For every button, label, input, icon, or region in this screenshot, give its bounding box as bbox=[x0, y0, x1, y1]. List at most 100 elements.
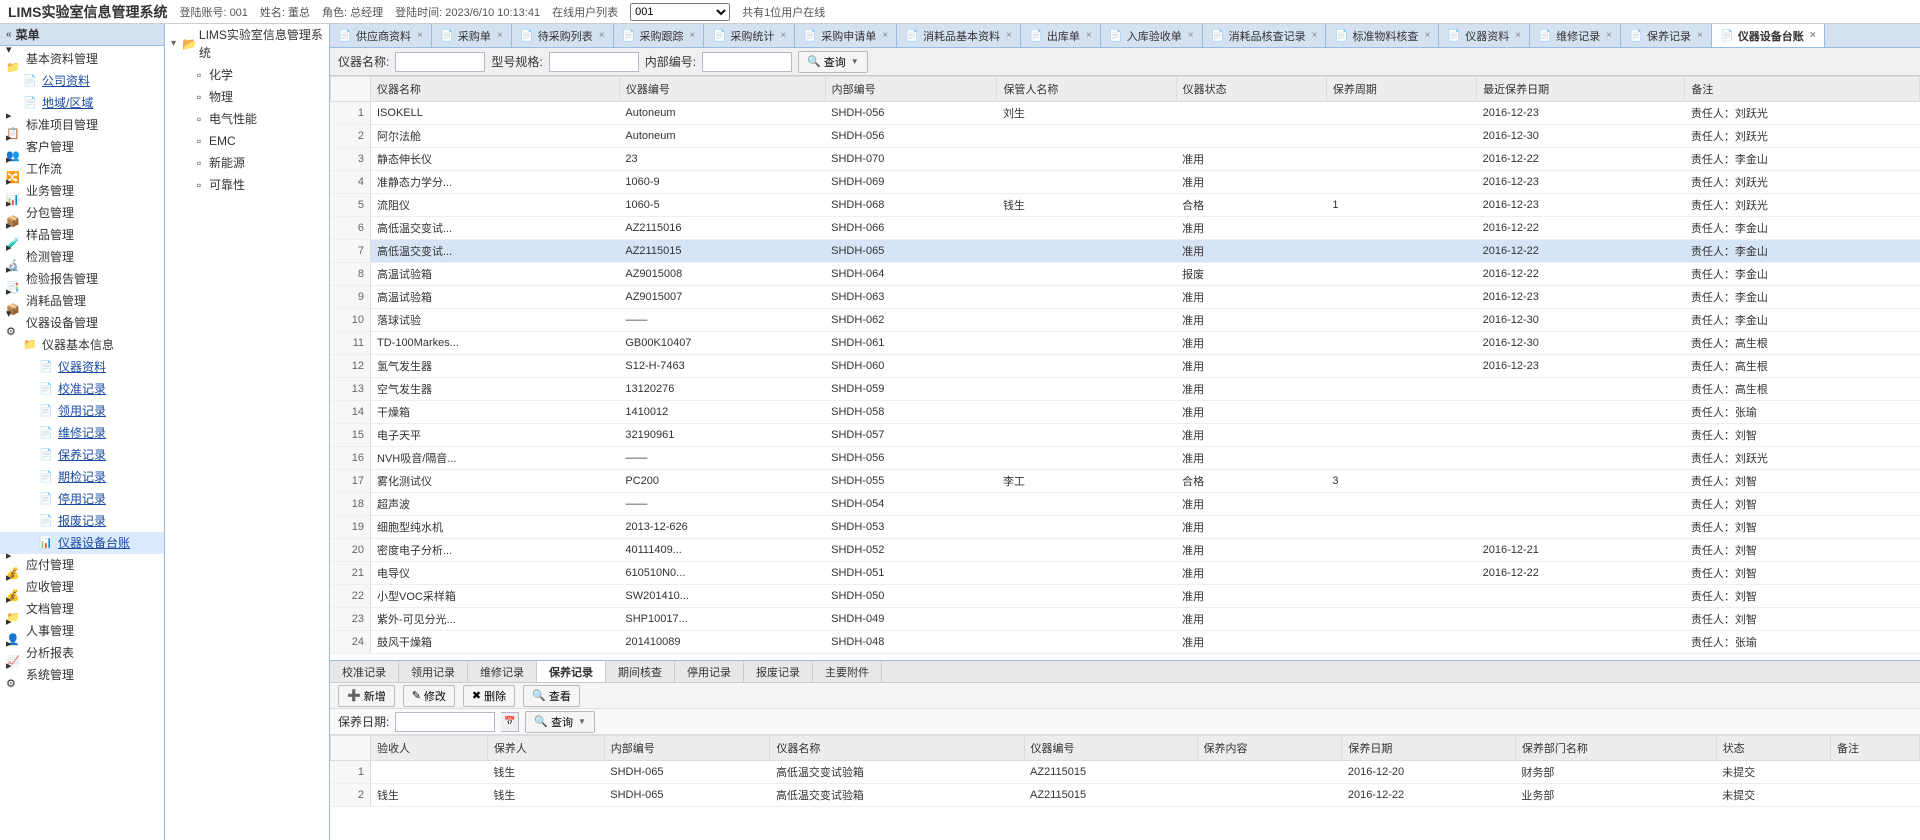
table-row[interactable]: 18超声波——SHDH-054准用责任人：刘智 bbox=[331, 493, 1920, 516]
menu-item[interactable]: ▸ 📊业务管理 bbox=[0, 180, 164, 202]
tab[interactable]: 📄仪器设备台账× bbox=[1712, 24, 1825, 47]
table-row[interactable]: 1ISOKELLAutoneumSHDH-056刘生2016-12-23责任人：… bbox=[331, 102, 1920, 125]
tab[interactable]: 📄供应商资料× bbox=[330, 24, 432, 47]
tab[interactable]: 📄采购跟踪× bbox=[614, 24, 705, 47]
tree-node[interactable]: ▫物理 bbox=[165, 86, 329, 108]
column-header[interactable]: 保管人名称 bbox=[997, 77, 1176, 102]
column-header[interactable]: 仪器编号 bbox=[1024, 736, 1197, 761]
table-row[interactable]: 8高温试验箱AZ9015008SHDH-064报废2016-12-22责任人：李… bbox=[331, 263, 1920, 286]
tab[interactable]: 📄入库验收单× bbox=[1101, 24, 1203, 47]
query-button[interactable]: 🔍 查询 ▼ bbox=[798, 51, 868, 73]
detail-tab[interactable]: 期间核查 bbox=[606, 661, 675, 682]
menu-item[interactable]: 📄期检记录 bbox=[0, 466, 164, 488]
table-row[interactable]: 15电子天平32190961SHDH-057准用责任人：刘智 bbox=[331, 424, 1920, 447]
tab[interactable]: 📄消耗品基本资料× bbox=[897, 24, 1021, 47]
menu-item[interactable]: 📁仪器基本信息 bbox=[0, 334, 164, 356]
menu-item[interactable]: ▸ ⚙系统管理 bbox=[0, 664, 164, 686]
column-header[interactable]: 备注 bbox=[1831, 736, 1920, 761]
spec-input[interactable] bbox=[549, 52, 639, 72]
column-header[interactable]: 保养部门名称 bbox=[1515, 736, 1716, 761]
table-row[interactable]: 12氢气发生器S12-H-7463SHDH-060准用2016-12-23责任人… bbox=[331, 355, 1920, 378]
close-icon[interactable]: × bbox=[1006, 30, 1012, 41]
close-icon[interactable]: × bbox=[497, 30, 503, 41]
menu-item[interactable]: 📄地域/区域 bbox=[0, 92, 164, 114]
column-header[interactable]: 仪器状态 bbox=[1176, 77, 1326, 102]
table-row[interactable]: 1钱生SHDH-065高低温交变试验箱AZ21150152016-12-20财务… bbox=[331, 761, 1920, 784]
detail-query-button[interactable]: 🔍 查询 ▼ bbox=[525, 711, 595, 733]
menu-item[interactable]: ▸ 📁文档管理 bbox=[0, 598, 164, 620]
tree-root[interactable]: ▾ 📂 LIMS实验室信息管理系统 bbox=[165, 24, 329, 64]
menu-panel-header[interactable]: « 菜单 bbox=[0, 24, 164, 46]
table-row[interactable]: 19细胞型纯水机2013-12-626SHDH-053准用责任人：刘智 bbox=[331, 516, 1920, 539]
close-icon[interactable]: × bbox=[882, 30, 888, 41]
table-row[interactable]: 6高低温交变试...AZ2115016SHDH-066准用2016-12-22责… bbox=[331, 217, 1920, 240]
code-input[interactable] bbox=[702, 52, 792, 72]
detail-tab[interactable]: 主要附件 bbox=[813, 661, 882, 682]
menu-item[interactable]: ▾ ⚙仪器设备管理 bbox=[0, 312, 164, 334]
date-picker-button[interactable]: 📅 bbox=[501, 712, 519, 732]
menu-item[interactable]: ▸ 📋标准项目管理 bbox=[0, 114, 164, 136]
detail-tab[interactable]: 校准记录 bbox=[330, 661, 399, 682]
table-row[interactable]: 14干燥箱1410012SHDH-058准用责任人：张瑜 bbox=[331, 401, 1920, 424]
tab[interactable]: 📄待采购列表× bbox=[512, 24, 614, 47]
tree-node[interactable]: ▫化学 bbox=[165, 64, 329, 86]
menu-item[interactable]: 📄报废记录 bbox=[0, 510, 164, 532]
column-header[interactable]: 验收人 bbox=[371, 736, 488, 761]
detail-tab[interactable]: 停用记录 bbox=[675, 661, 744, 682]
menu-item[interactable]: 📄维修记录 bbox=[0, 422, 164, 444]
menu-item[interactable]: 📄仪器资料 bbox=[0, 356, 164, 378]
table-row[interactable]: 22小型VOC采样箱SW201410...SHDH-050准用责任人：刘智 bbox=[331, 585, 1920, 608]
column-header[interactable]: 内部编号 bbox=[604, 736, 770, 761]
close-icon[interactable]: × bbox=[1515, 30, 1521, 41]
tab[interactable]: 📄保养记录× bbox=[1621, 24, 1712, 47]
table-row[interactable]: 13空气发生器13120276SHDH-059准用责任人：高生根 bbox=[331, 378, 1920, 401]
menu-item[interactable]: ▸ 📑检验报告管理 bbox=[0, 268, 164, 290]
close-icon[interactable]: × bbox=[599, 30, 605, 41]
tree-node[interactable]: ▫可靠性 bbox=[165, 174, 329, 196]
column-header[interactable]: 状态 bbox=[1716, 736, 1830, 761]
menu-item[interactable]: ▸ 💰应收管理 bbox=[0, 576, 164, 598]
tab[interactable]: 📄标准物料核查× bbox=[1326, 24, 1439, 47]
table-row[interactable]: 21电导仪610510N0...SHDH-051准用2016-12-22责任人：… bbox=[331, 562, 1920, 585]
column-header[interactable]: 仪器编号 bbox=[619, 77, 825, 102]
close-icon[interactable]: × bbox=[1312, 30, 1318, 41]
menu-item[interactable]: ▸ 🧪样品管理 bbox=[0, 224, 164, 246]
tree-node[interactable]: ▫EMC bbox=[165, 130, 329, 152]
close-icon[interactable]: × bbox=[1424, 30, 1430, 41]
add-button[interactable]: ➕新增 bbox=[338, 685, 395, 707]
close-icon[interactable]: × bbox=[1810, 30, 1816, 41]
close-icon[interactable]: × bbox=[417, 30, 423, 41]
table-row[interactable]: 2阿尔法舱AutoneumSHDH-0562016-12-30责任人：刘跃光 bbox=[331, 125, 1920, 148]
table-row[interactable]: 16NVH吸音/隔音...——SHDH-056准用责任人：刘跃光 bbox=[331, 447, 1920, 470]
detail-tab[interactable]: 保养记录 bbox=[537, 661, 606, 682]
edit-button[interactable]: ✎修改 bbox=[403, 685, 455, 707]
menu-item[interactable]: ▸ 📈分析报表 bbox=[0, 642, 164, 664]
close-icon[interactable]: × bbox=[690, 30, 696, 41]
table-row[interactable]: 7高低温交变试...AZ2115015SHDH-065准用2016-12-22责… bbox=[331, 240, 1920, 263]
tab[interactable]: 📄仪器资料× bbox=[1439, 24, 1530, 47]
menu-item[interactable]: ▸ 🔀工作流 bbox=[0, 158, 164, 180]
menu-item[interactable]: ▸ 📦分包管理 bbox=[0, 202, 164, 224]
table-row[interactable]: 23紫外-可见分光...SHP10017...SHDH-049准用责任人：刘智 bbox=[331, 608, 1920, 631]
tree-node[interactable]: ▫新能源 bbox=[165, 152, 329, 174]
tree-collapse-icon[interactable]: ▾ bbox=[171, 35, 182, 53]
menu-item[interactable]: ▸ 🔬检测管理 bbox=[0, 246, 164, 268]
menu-item[interactable]: 📄停用记录 bbox=[0, 488, 164, 510]
name-input[interactable] bbox=[395, 52, 485, 72]
main-grid-container[interactable]: 仪器名称仪器编号内部编号保管人名称仪器状态保养周期最近保养日期备注 1ISOKE… bbox=[330, 76, 1920, 660]
tree-node[interactable]: ▫电气性能 bbox=[165, 108, 329, 130]
date-input[interactable] bbox=[395, 712, 495, 732]
menu-item[interactable]: ▸ 📦消耗品管理 bbox=[0, 290, 164, 312]
table-row[interactable]: 10落球试验——SHDH-062准用2016-12-30责任人：李金山 bbox=[331, 309, 1920, 332]
column-header[interactable]: 最近保养日期 bbox=[1477, 77, 1685, 102]
tab[interactable]: 📄采购单× bbox=[432, 24, 512, 47]
table-row[interactable]: 3静态伸长仪23SHDH-070准用2016-12-22责任人：李金山 bbox=[331, 148, 1920, 171]
table-row[interactable]: 20密度电子分析...40111409...SHDH-052准用2016-12-… bbox=[331, 539, 1920, 562]
column-header[interactable]: 保养内容 bbox=[1197, 736, 1342, 761]
menu-item[interactable]: 📊仪器设备台账 bbox=[0, 532, 164, 554]
close-icon[interactable]: × bbox=[1086, 30, 1092, 41]
menu-item[interactable]: ▸ 👥客户管理 bbox=[0, 136, 164, 158]
column-header[interactable]: 内部编号 bbox=[825, 77, 997, 102]
tab[interactable]: 📄消耗品核查记录× bbox=[1203, 24, 1327, 47]
menu-item[interactable]: 📄校准记录 bbox=[0, 378, 164, 400]
